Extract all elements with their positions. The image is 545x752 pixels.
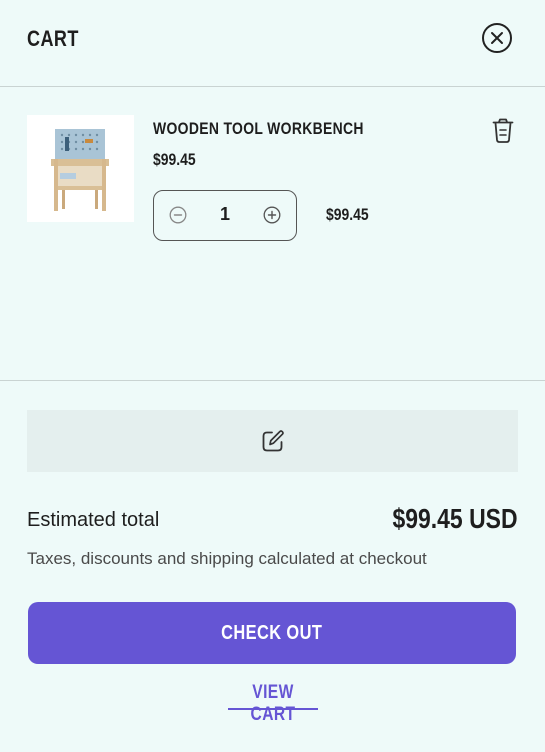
product-thumbnail[interactable]	[27, 115, 134, 222]
estimated-total-label: Estimated total	[27, 509, 160, 531]
cart-header: CART	[0, 0, 545, 87]
remove-item-button[interactable]	[490, 117, 516, 145]
order-note-button[interactable]	[27, 410, 518, 472]
close-cart-button[interactable]	[482, 23, 512, 53]
view-cart-underline	[228, 708, 318, 710]
divider	[0, 380, 545, 381]
plus-circle-icon[interactable]	[263, 206, 281, 224]
cart-title: CART	[27, 26, 79, 51]
trash-icon	[492, 118, 514, 143]
estimated-total-value: $99.45 USD	[392, 503, 518, 534]
workbench-image	[51, 129, 109, 211]
line-total: $99.45	[326, 205, 369, 224]
edit-note-icon	[262, 430, 284, 452]
view-cart-link[interactable]: VIEW CART	[228, 682, 318, 726]
product-name[interactable]: WOODEN TOOL WORKBENCH	[153, 119, 364, 139]
tax-note: Taxes, discounts and shipping calculated…	[27, 549, 427, 568]
product-price: $99.45	[153, 150, 196, 169]
checkout-label: CHECK OUT	[221, 621, 323, 644]
quantity-stepper[interactable]: 1	[153, 190, 297, 241]
view-cart-label: VIEW CART	[250, 682, 296, 725]
close-icon	[491, 32, 503, 44]
checkout-button[interactable]: CHECK OUT	[28, 602, 516, 664]
